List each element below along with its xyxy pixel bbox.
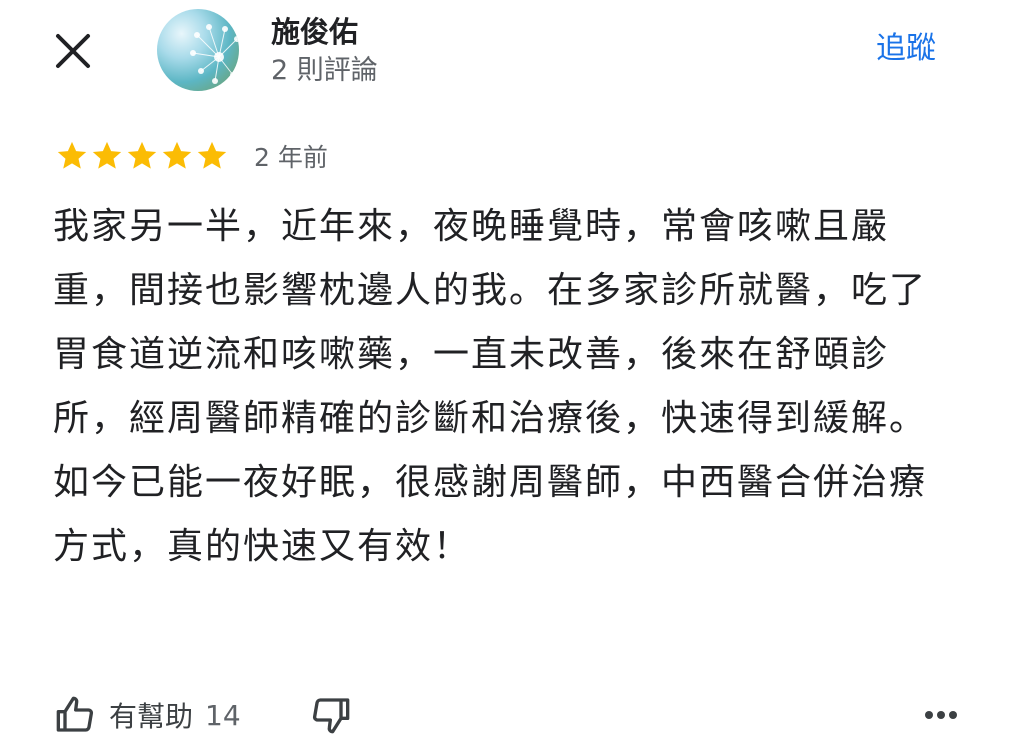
author-review-count: 2 則評論 <box>271 55 378 86</box>
author-name[interactable]: 施俊佑 <box>271 12 358 52</box>
star-icon <box>162 141 192 169</box>
more-horizontal-icon <box>925 711 957 719</box>
star-icon <box>127 141 157 169</box>
not-helpful-button[interactable] <box>311 695 351 735</box>
thumb-up-icon <box>56 696 94 732</box>
helpful-count: 14 <box>205 698 241 732</box>
helpful-button[interactable]: 有幫助 14 <box>55 695 241 735</box>
review-time: 2 年前 <box>254 143 328 172</box>
review-actions: 有幫助 14 <box>55 692 351 738</box>
more-options-button[interactable] <box>918 700 964 730</box>
helpful-label: 有幫助 <box>109 700 194 733</box>
star-icon <box>57 141 87 169</box>
thumb-down-icon <box>312 698 349 734</box>
follow-button[interactable]: 追蹤 <box>876 28 936 70</box>
close-button[interactable] <box>50 28 96 74</box>
avatar[interactable] <box>157 9 239 91</box>
star-icon <box>197 141 227 169</box>
review-text: 我家另一半，近年來，夜晚睡覺時，常會咳嗽且嚴重，間接也影響枕邊人的我。在多家診所… <box>53 206 928 567</box>
rating-row: 2 年前 <box>55 136 328 176</box>
dandelion-avatar-image <box>190 24 239 84</box>
star-rating <box>55 139 230 173</box>
star-icon <box>92 141 122 169</box>
close-icon <box>56 34 90 68</box>
